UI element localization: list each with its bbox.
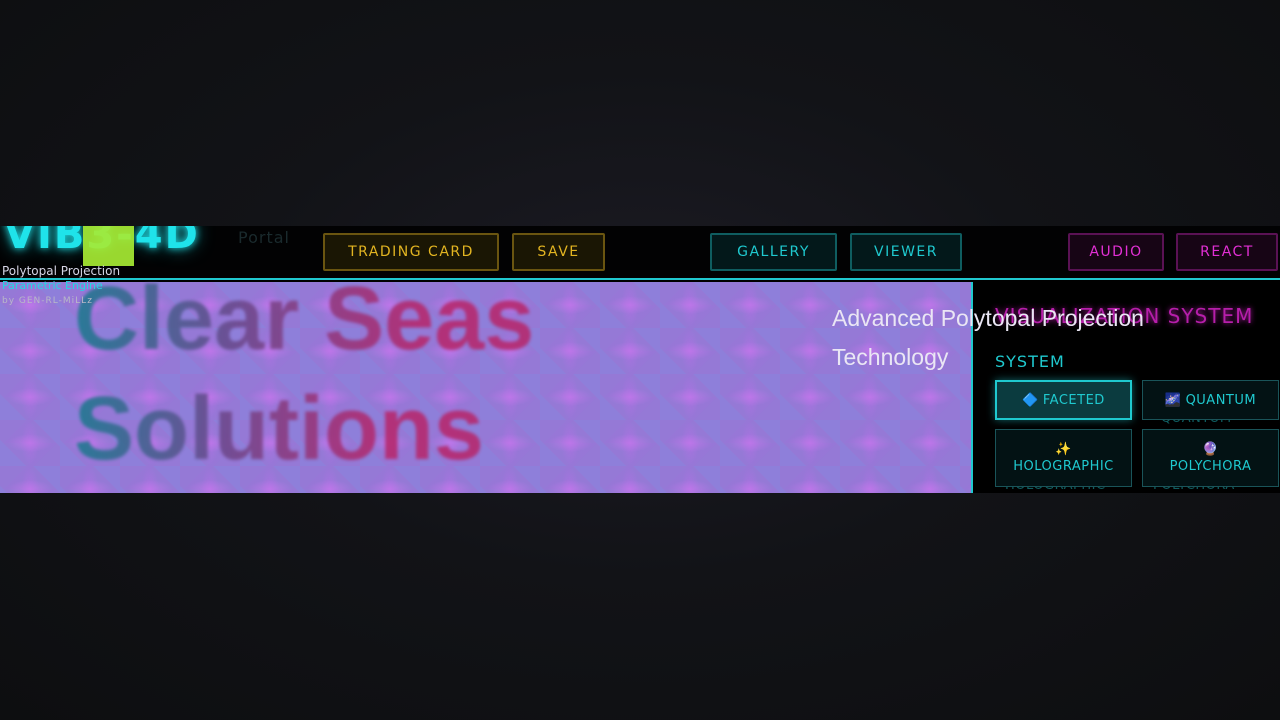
polychora-crystal-ball-icon: 🔮 [1202,442,1219,457]
viewer-button[interactable]: VIEWER [850,233,962,271]
quantum-galaxy-icon: 🌌 [1164,392,1182,408]
byline: by GEN-RL-MiLLz [2,296,93,306]
hero-tagline: Advanced Polytopal Projection Technology [832,305,1144,370]
system-button-label: HOLOGRAPHIC [1013,459,1114,474]
system-button-polychora[interactable]: 🔮 POLYCHORA [1142,429,1279,487]
hero-title-line1: Clear Seas [74,269,535,369]
system-button-faceted[interactable]: 🔷 FACETED [995,380,1132,420]
trading-card-button[interactable]: TRADING CARD [323,233,499,271]
hero-title-line2: Solutions [74,379,484,479]
faceted-diamond-icon: 🔷 [1022,392,1039,408]
audio-button[interactable]: AUDIO [1068,233,1164,271]
system-button-label: POLYCHORA [1169,459,1252,474]
holographic-sparkles-icon: ✨ [1055,442,1072,457]
gallery-button[interactable]: GALLERY [710,233,837,271]
visualization-canvas[interactable]: Clear Seas Solutions [0,274,971,493]
app-frame: VIB3-4D Portal Polytopal Projection TRAD… [0,226,1280,493]
logo-ghost-text: Portal [238,228,290,247]
react-button[interactable]: REACT [1176,233,1278,271]
system-button-label: FACETED [1042,392,1105,408]
engine-label: Parametric Engine [2,279,103,292]
save-button[interactable]: SAVE [512,233,605,271]
logo-highlight-block [83,226,134,266]
system-button-label: QUANTUM [1185,392,1257,408]
system-button-holographic[interactable]: ✨ HOLOGRAPHIC [995,429,1132,487]
system-button-quantum[interactable]: 🌌 QUANTUM [1142,380,1279,420]
